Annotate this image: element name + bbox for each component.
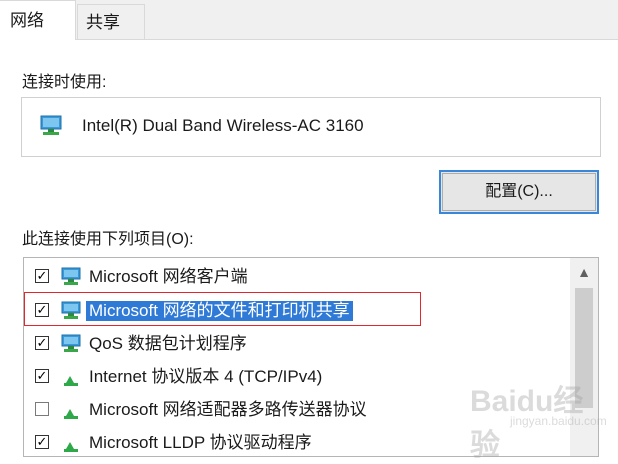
tab-sharing[interactable]: 共享 xyxy=(77,4,145,40)
connect-using-label: 连接时使用: xyxy=(22,74,107,91)
annotation-highlight xyxy=(24,292,421,326)
list-item[interactable]: ✓ Microsoft 网络客户端 xyxy=(24,262,569,292)
scroll-up-icon[interactable]: ▲ xyxy=(570,258,598,286)
item-label: Microsoft LLDP 协议驱动程序 xyxy=(89,433,312,452)
protocol-icon xyxy=(64,376,78,386)
tab-sharing-label: 共享 xyxy=(86,13,120,32)
watermark-url: jingyan.baidu.com xyxy=(510,414,607,428)
item-label: Microsoft 网络客户端 xyxy=(89,267,248,286)
baidu-watermark: Baidu经验 jingyan.baidu.com xyxy=(470,376,610,462)
tab-strip: 网络 共享 xyxy=(0,0,618,40)
item-checkbox[interactable] xyxy=(35,402,49,416)
network-client-icon xyxy=(61,334,81,352)
adapter-box: Intel(R) Dual Band Wireless-AC 3160 xyxy=(21,97,601,157)
item-label: Microsoft 网络适配器多路传送器协议 xyxy=(89,400,367,419)
item-label: Internet 协议版本 4 (TCP/IPv4) xyxy=(89,367,323,386)
item-checkbox[interactable]: ✓ xyxy=(35,336,49,350)
item-checkbox[interactable]: ✓ xyxy=(35,435,49,449)
protocol-icon xyxy=(64,409,78,419)
configure-button[interactable]: 配置(C)... xyxy=(439,170,599,214)
adapter-name: Intel(R) Dual Band Wireless-AC 3160 xyxy=(82,116,364,135)
item-label: QoS 数据包计划程序 xyxy=(89,334,247,353)
item-checkbox[interactable]: ✓ xyxy=(35,369,49,383)
tab-network[interactable]: 网络 xyxy=(0,0,76,40)
protocol-icon xyxy=(64,442,78,452)
configure-button-label: 配置(C)... xyxy=(485,183,553,200)
network-client-icon xyxy=(61,267,81,285)
list-item[interactable]: ✓ QoS 数据包计划程序 xyxy=(24,329,569,359)
items-label: 此连接使用下列项目(O): xyxy=(22,231,194,248)
item-checkbox[interactable]: ✓ xyxy=(35,269,49,283)
tab-network-label: 网络 xyxy=(10,11,44,30)
network-adapter-icon xyxy=(40,115,62,135)
